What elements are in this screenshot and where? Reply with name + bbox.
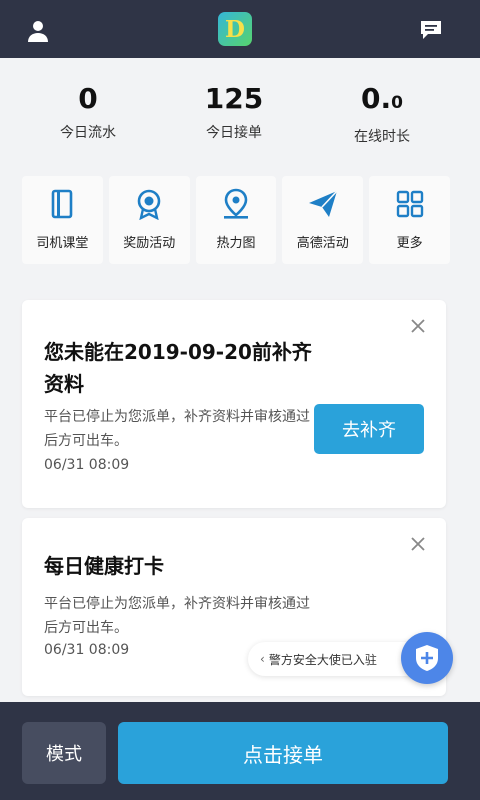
paper-plane-icon — [308, 190, 338, 217]
close-icon[interactable] — [410, 318, 426, 334]
stat-value: 0 — [78, 82, 98, 115]
stat-value: 0.0 — [361, 82, 403, 115]
shortcut-label: 司机课堂 — [36, 236, 89, 251]
stat-label: 今日流水 — [60, 125, 116, 141]
shortcut-label: 奖励活动 — [123, 236, 176, 251]
complete-documents-button[interactable]: 去补齐 — [314, 404, 424, 454]
chevron-left-icon: ‹ — [260, 652, 265, 666]
top-bar: D — [0, 0, 480, 58]
shortcut-heatmap[interactable]: 热力图 — [195, 176, 277, 264]
shortcut-label: 热力图 — [216, 236, 256, 251]
mode-button[interactable]: 模式 — [22, 722, 106, 784]
shortcut-more[interactable]: 更多 — [369, 176, 450, 264]
accept-order-button[interactable]: 点击接单 — [118, 722, 448, 784]
grid-icon — [396, 190, 423, 218]
award-icon — [137, 189, 161, 220]
book-icon — [52, 189, 73, 219]
safety-shield-button[interactable] — [401, 632, 453, 684]
stat-label: 今日接单 — [206, 125, 262, 141]
card-description: 平台已停止为您派单，补齐资料并审核通过后方可出车。 — [44, 596, 310, 636]
location-pin-icon — [223, 188, 248, 219]
stat-label: 在线时长 — [354, 129, 410, 145]
app-logo: D — [218, 12, 252, 46]
card-title: 您未能在2019-09-20前补齐资料 — [44, 340, 312, 396]
card-timestamp: 06/31 08:09 — [44, 642, 130, 658]
shortcut-rewards[interactable]: 奖励活动 — [108, 176, 190, 264]
stat-online-time: 0.0 在线时长 — [322, 80, 442, 146]
user-icon[interactable] — [26, 19, 50, 43]
shortcut-label: 高德活动 — [296, 236, 349, 251]
stat-value: 125 — [204, 82, 264, 115]
shield-plus-icon — [416, 645, 438, 671]
card-title: 每日健康打卡 — [44, 554, 164, 578]
shortcut-label: 更多 — [396, 236, 423, 251]
notice-card-documents: 您未能在2019-09-20前补齐资料 平台已停止为您派单，补齐资料并审核通过后… — [22, 300, 446, 508]
logo-letter: D — [225, 15, 245, 43]
shortcut-amap-activity[interactable]: 高德活动 — [282, 176, 364, 264]
police-safety-tip[interactable]: ‹ 警方安全大使已入驻 — [248, 642, 424, 676]
police-tip-label: 警方安全大使已入驻 — [268, 652, 377, 667]
card-timestamp: 06/31 08:09 — [44, 457, 130, 473]
stat-revenue: 0 今日流水 — [28, 80, 148, 142]
stat-orders: 125 今日接单 — [174, 80, 294, 142]
shortcut-grid: 司机课堂 奖励活动 热力图 高德活动 更多 — [22, 176, 450, 264]
card-description: 平台已停止为您派单，补齐资料并审核通过后方可出车。 — [44, 409, 310, 449]
bottom-bar: 模式 点击接单 — [0, 702, 480, 800]
stats-row: 0 今日流水 125 今日接单 0.0 在线时长 — [0, 80, 480, 150]
close-icon[interactable] — [410, 536, 426, 552]
message-icon[interactable] — [420, 20, 442, 40]
shortcut-driver-class[interactable]: 司机课堂 — [22, 176, 103, 264]
